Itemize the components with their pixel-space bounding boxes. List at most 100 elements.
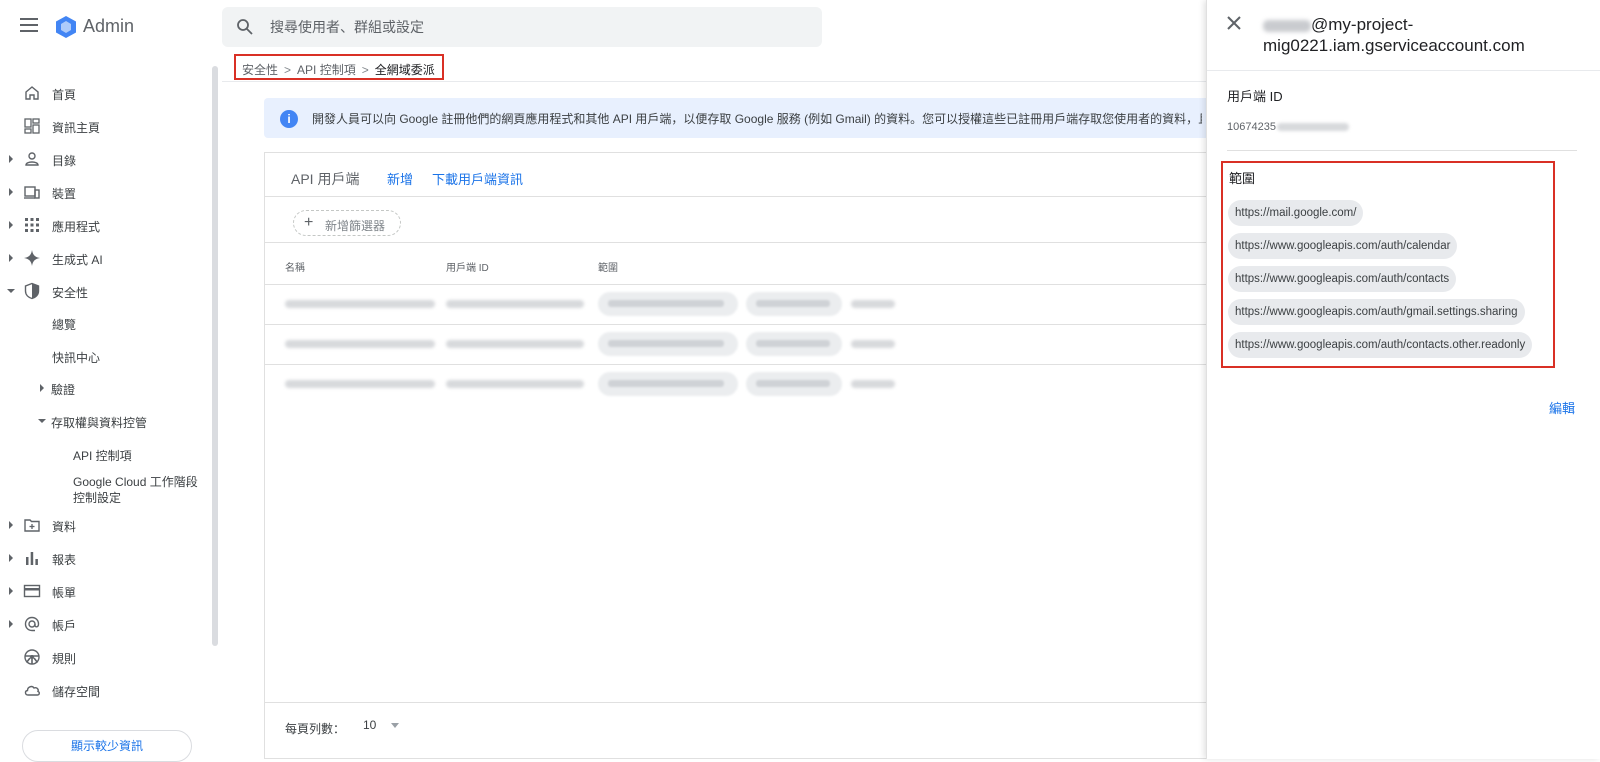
download-client-info-link[interactable]: 下載用戶端資訊 — [432, 169, 523, 188]
sidebar-item-label: 安全性 — [52, 286, 89, 300]
scope-chip: https://www.googleapis.com/auth/gmail.se… — [1228, 299, 1525, 325]
breadcrumb-security[interactable]: 安全性 — [242, 63, 278, 77]
sidebar-item-gcloud-session[interactable]: Google Cloud 工作階段控制設定 — [73, 474, 207, 506]
client-id-label: 用戶端 ID — [1227, 89, 1283, 104]
search-input[interactable] — [270, 7, 810, 47]
expand-arrow-icon[interactable] — [9, 620, 13, 628]
sidebar-scrollbar[interactable] — [212, 66, 218, 646]
sidebar-item-billing[interactable]: 帳單 — [0, 575, 210, 607]
redacted-more — [851, 340, 895, 348]
sidebar-item-authentication[interactable]: 驗證 — [30, 372, 210, 404]
sidebar-item-label: 首頁 — [52, 88, 77, 102]
edit-button[interactable]: 編輯 — [1549, 398, 1575, 417]
sidebar-item-label: 儲存空間 — [52, 685, 101, 699]
add-client-link[interactable]: 新增 — [387, 169, 413, 188]
panel-title: @my-project-mig0221.iam.gserviceaccount.… — [1263, 14, 1583, 56]
client-detail-panel: @my-project-mig0221.iam.gserviceaccount.… — [1206, 0, 1600, 759]
sidebar-item-dashboard[interactable]: 資訊主頁 — [0, 110, 210, 142]
sidebar-item-storage[interactable]: 儲存空間 — [0, 674, 210, 706]
sidebar-item-label: 應用程式 — [52, 220, 101, 234]
expand-arrow-icon[interactable] — [9, 254, 13, 262]
collapse-arrow-icon[interactable] — [38, 419, 46, 423]
divider — [265, 196, 1215, 197]
expand-arrow-icon[interactable] — [9, 554, 13, 562]
redacted-scope-chip — [598, 372, 738, 396]
sidebar-item-label: 帳單 — [52, 586, 77, 600]
breadcrumb-separator-icon: > — [361, 63, 369, 77]
redacted-name — [285, 340, 435, 348]
sidebar: 首頁 資訊主頁 目錄 裝置 應用程式 生成式 AI 安全性 總覽 快訊中心 驗證… — [0, 56, 214, 759]
search-bar — [222, 7, 822, 47]
divider — [1207, 70, 1600, 71]
expand-arrow-icon[interactable] — [9, 221, 13, 229]
expand-arrow-icon[interactable] — [9, 188, 13, 196]
show-less-button[interactable]: 顯示較少資訊 — [22, 730, 192, 762]
scope-chip: https://mail.google.com/ — [1228, 200, 1364, 226]
redacted-client-id — [446, 300, 584, 308]
table-row[interactable] — [265, 284, 1215, 324]
sidebar-item-access-data-control[interactable]: 存取權與資料控管 — [30, 405, 210, 437]
sidebar-item-api-controls[interactable]: API 控制項 — [73, 447, 132, 464]
sidebar-item-home[interactable]: 首頁 — [0, 77, 210, 109]
sidebar-item-label: 目錄 — [52, 154, 77, 168]
api-clients-card: API 用戶端 新增 下載用戶端資訊 + 新增篩選器 名稱 用戶端 ID 範圍 … — [264, 152, 1215, 759]
rows-per-page-value: 10 — [363, 718, 377, 732]
rows-per-page-label: 每頁列數： — [285, 722, 346, 736]
sidebar-item-reports[interactable]: 報表 — [0, 542, 210, 574]
redacted-scope-chip — [746, 292, 842, 316]
table-row[interactable] — [265, 324, 1215, 364]
table-row[interactable] — [265, 364, 1215, 404]
redacted-scope-chip — [746, 332, 842, 356]
add-filter-button[interactable]: + 新增篩選器 — [293, 210, 401, 236]
sidebar-item-label: 規則 — [52, 652, 77, 666]
shield-icon — [24, 282, 40, 300]
rows-per-page-select[interactable]: 10 — [363, 718, 399, 732]
redacted-client-id — [446, 340, 584, 348]
admin-logo-icon — [56, 16, 76, 38]
column-header-scopes[interactable]: 範圍 — [598, 259, 618, 274]
expand-arrow-icon[interactable] — [9, 155, 13, 163]
close-icon[interactable] — [1225, 14, 1243, 32]
sidebar-item-data[interactable]: 資料 — [0, 509, 210, 541]
sidebar-item-label: 報表 — [52, 553, 77, 567]
scopes-section: 範圍 https://mail.google.com/ https://www.… — [1221, 161, 1555, 368]
sidebar-item-gen-ai[interactable]: 生成式 AI — [0, 242, 210, 274]
menu-icon[interactable] — [20, 18, 38, 32]
redacted-client-id — [1276, 123, 1349, 132]
sidebar-item-alert-center[interactable]: 快訊中心 — [52, 349, 100, 366]
divider — [265, 242, 1215, 243]
column-header-name[interactable]: 名稱 — [285, 259, 305, 274]
steering-icon — [24, 649, 40, 665]
sidebar-item-overview[interactable]: 總覽 — [52, 316, 76, 333]
expand-arrow-icon[interactable] — [9, 521, 13, 529]
sidebar-item-apps[interactable]: 應用程式 — [0, 209, 210, 241]
sidebar-item-label: 存取權與資料控管 — [51, 416, 148, 430]
sidebar-item-devices[interactable]: 裝置 — [0, 176, 210, 208]
divider — [1227, 150, 1577, 151]
search-icon — [237, 19, 253, 35]
apps-grid-icon — [25, 218, 39, 232]
breadcrumb-separator-icon: > — [284, 63, 292, 77]
scopes-label: 範圍 — [1229, 171, 1256, 186]
at-sign-icon — [24, 616, 40, 632]
content-divider — [222, 81, 1212, 82]
sidebar-item-directory[interactable]: 目錄 — [0, 143, 210, 175]
expand-arrow-icon[interactable] — [9, 587, 13, 595]
column-header-client-id[interactable]: 用戶端 ID — [446, 259, 489, 274]
collapse-arrow-icon[interactable] — [7, 289, 15, 293]
sparkle-icon — [24, 250, 40, 266]
scope-chip: https://www.googleapis.com/auth/contacts… — [1228, 332, 1533, 358]
redacted-more — [851, 380, 895, 388]
breadcrumb-api-controls[interactable]: API 控制項 — [297, 63, 356, 77]
sidebar-item-security[interactable]: 安全性 — [0, 275, 210, 307]
dropdown-caret-icon — [391, 723, 399, 728]
info-icon: i — [280, 110, 298, 128]
sidebar-item-account[interactable]: 帳戶 — [0, 608, 210, 640]
redacted-scope-chip — [598, 292, 738, 316]
scope-chip: https://www.googleapis.com/auth/contacts — [1228, 266, 1457, 292]
expand-arrow-icon[interactable] — [40, 384, 44, 392]
breadcrumb-current: 全網域委派 — [374, 63, 435, 77]
sidebar-item-rules[interactable]: 規則 — [0, 641, 210, 673]
dashboard-icon — [24, 118, 40, 134]
redacted-scope-chip — [746, 372, 842, 396]
